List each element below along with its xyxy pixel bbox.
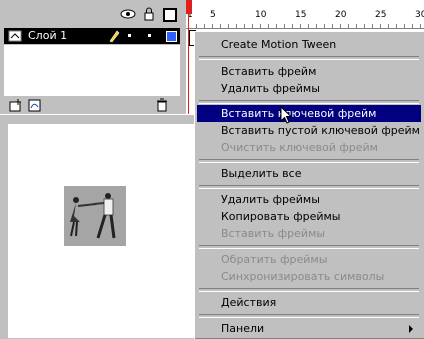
menu-item-paste-frames: Вставить фреймы — [221, 227, 326, 240]
menu-item-cut-frames[interactable]: Удалить фреймы — [197, 191, 421, 208]
menu-item-copy-frames[interactable]: Копировать фреймы — [197, 208, 421, 225]
ruler-tick — [300, 24, 301, 28]
ruler-tick — [196, 24, 197, 28]
ruler-number: 20 — [335, 10, 347, 20]
dancers-figure — [64, 186, 126, 246]
menu-item-clear-keyframe: Очистить ключевой фрейм — [221, 141, 378, 154]
visibility-dot[interactable] — [128, 34, 131, 37]
pencil-icon — [109, 30, 120, 43]
menu-item-select-all[interactable]: Выделить все — [197, 165, 421, 182]
layer-footer — [0, 96, 184, 114]
eye-icon[interactable] — [120, 8, 136, 20]
layers-empty-area — [4, 45, 180, 96]
ruler-tick — [388, 24, 389, 28]
ruler-tick — [212, 24, 213, 28]
mouse-cursor-icon — [280, 106, 293, 124]
add-guide-icon[interactable] — [28, 99, 42, 112]
menu-separator — [199, 56, 419, 60]
menu-item-insert-keyframe[interactable]: Вставить ключевой фрейм — [197, 105, 421, 122]
menu-separator — [199, 100, 419, 104]
playhead[interactable] — [186, 0, 192, 14]
menu-item-reverse-frames: Обратить фреймы — [221, 253, 328, 266]
ruler-tick — [420, 24, 421, 28]
lock-icon[interactable] — [143, 7, 155, 21]
ruler-tick — [332, 24, 333, 28]
ruler-tick — [396, 24, 397, 28]
ruler-tick — [268, 24, 269, 28]
trash-icon[interactable] — [156, 98, 168, 112]
menu-item-insert-blank-keyframe[interactable]: Вставить пустой ключевой фрейм — [197, 122, 421, 139]
ruler-tick — [412, 24, 413, 28]
menu-separator — [199, 314, 419, 318]
ruler-tick — [292, 24, 293, 28]
menu-separator — [199, 185, 419, 189]
ruler-number: 5 — [210, 10, 216, 20]
outline-color-swatch[interactable] — [166, 31, 177, 42]
ruler-tick — [348, 24, 349, 28]
ruler-tick — [252, 24, 253, 28]
ruler-tick — [404, 24, 405, 28]
ruler-number: 10 — [255, 10, 267, 20]
ruler-tick — [276, 24, 277, 28]
menu-item-panels-label: Панели — [221, 322, 265, 335]
ruler-tick — [220, 24, 221, 28]
playhead-line — [188, 14, 189, 114]
menu-item-synchronize-symbols: Синхронизировать символы — [221, 270, 385, 283]
frame-ruler[interactable]: 1 5 10 15 20 25 30 — [186, 0, 424, 29]
menu-separator — [199, 288, 419, 292]
menu-separator — [199, 159, 419, 163]
ruler-tick — [236, 24, 237, 28]
ruler-tick — [228, 24, 229, 28]
ruler-tick — [324, 24, 325, 28]
ruler-tick — [204, 24, 205, 28]
menu-item-remove-frames[interactable]: Удалить фреймы — [197, 80, 421, 97]
ruler-tick — [372, 24, 373, 28]
ruler-tick — [284, 24, 285, 28]
ruler-tick — [340, 24, 341, 28]
ruler-tick — [244, 24, 245, 28]
menu-separator — [199, 245, 419, 249]
ruler-number: 30 — [415, 10, 424, 20]
layer-row[interactable]: Слой 1 — [4, 28, 180, 44]
ruler-tick — [308, 24, 309, 28]
menu-item-create-motion-tween[interactable]: Create Motion Tween — [197, 36, 421, 53]
layer-header — [0, 0, 184, 28]
insert-layer-icon[interactable] — [9, 99, 23, 112]
outline-icon[interactable] — [163, 8, 177, 22]
submenu-arrow-icon — [409, 325, 413, 333]
lock-dot[interactable] — [148, 34, 151, 37]
dancers-image[interactable] — [64, 186, 126, 246]
ruler-number: 25 — [375, 10, 387, 20]
menu-item-panels[interactable]: Панели — [197, 320, 421, 337]
ruler-tick — [260, 24, 261, 28]
context-menu: Create Motion Tween Вставить фрейм Удали… — [194, 31, 424, 339]
menu-item-insert-frame[interactable]: Вставить фрейм — [197, 63, 421, 80]
menu-item-actions[interactable]: Действия — [197, 294, 421, 311]
ruler-tick — [316, 24, 317, 28]
layer-icon — [8, 30, 22, 42]
layer-name[interactable]: Слой 1 — [28, 29, 67, 42]
ruler-tick — [356, 24, 357, 28]
ruler-number: 15 — [295, 10, 307, 20]
ruler-tick — [364, 24, 365, 28]
ruler-tick — [380, 24, 381, 28]
